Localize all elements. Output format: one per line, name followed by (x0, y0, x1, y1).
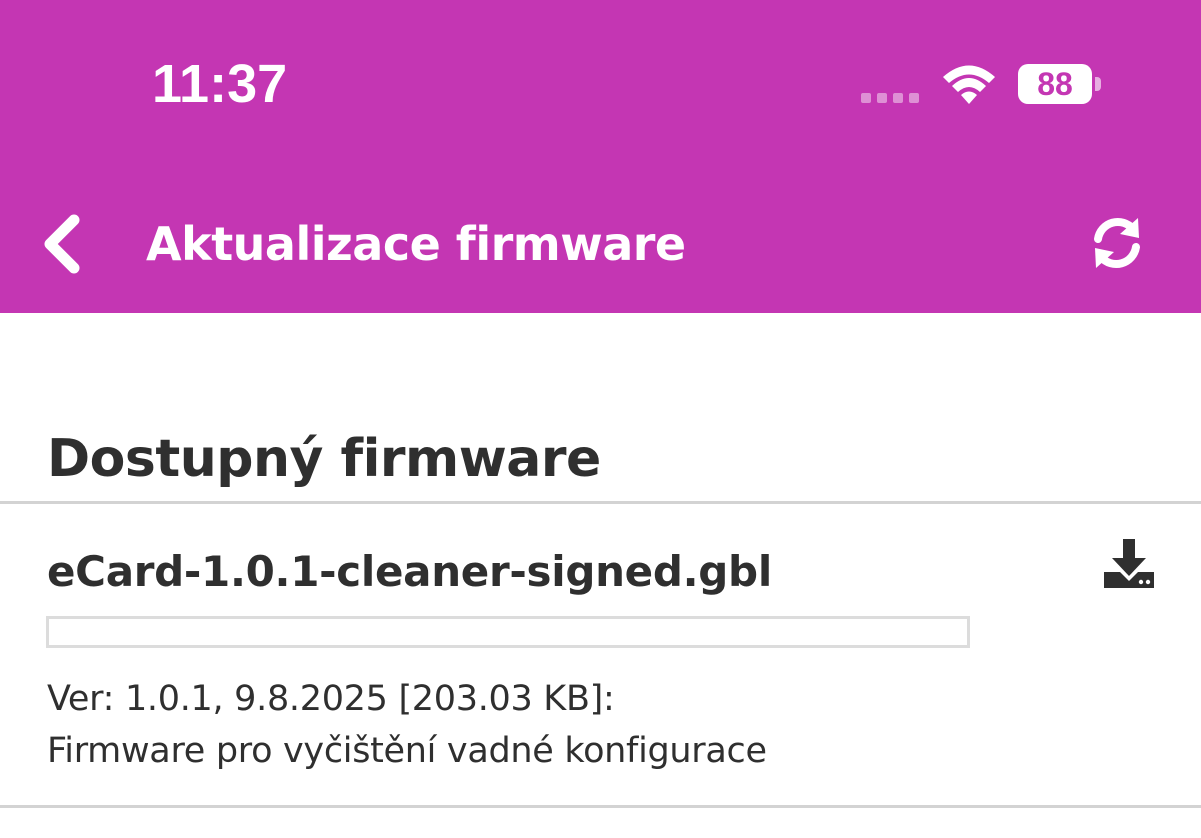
app-header: 11:37 88 Aktualizace firmware (0, 0, 1201, 313)
firmware-description: Firmware pro vyčištění vadné konfigurace (47, 731, 767, 771)
battery-tip (1095, 77, 1101, 91)
firmware-meta: Ver: 1.0.1, 9.8.2025 [203.03 KB]: (47, 679, 615, 719)
download-icon (1104, 539, 1154, 588)
battery-level: 88 (1037, 66, 1073, 102)
section-title: Dostupný firmware (47, 429, 601, 489)
battery-icon: 88 (1018, 64, 1092, 104)
page-title: Aktualizace firmware (146, 217, 686, 271)
back-button[interactable] (30, 200, 100, 290)
item-divider (0, 805, 1201, 808)
status-time: 11:37 (152, 54, 288, 114)
download-button[interactable] (1100, 536, 1158, 594)
download-progress-bar (46, 616, 970, 648)
refresh-button[interactable] (1086, 212, 1148, 274)
chevron-left-icon (44, 214, 80, 274)
signal-icon (861, 93, 919, 103)
section-divider (0, 501, 1201, 504)
firmware-name: eCard-1.0.1-cleaner-signed.gbl (47, 547, 772, 596)
wifi-icon (943, 65, 995, 104)
refresh-icon (1094, 217, 1140, 269)
